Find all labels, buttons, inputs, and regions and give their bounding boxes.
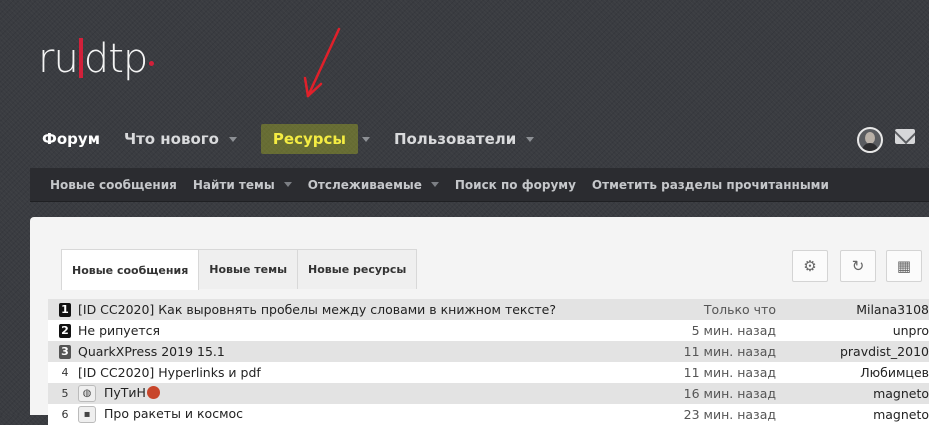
sub-nav: Новые сообщения Найти темы Отслеживаемые… xyxy=(30,168,929,202)
subnav-find-threads-label: Найти темы xyxy=(192,177,275,192)
nav-resources[interactable]: Ресурсы xyxy=(260,124,358,154)
nav-members-label: Пользователи xyxy=(393,130,517,148)
layout-button[interactable]: ▦ xyxy=(886,250,922,282)
subnav-new-posts[interactable]: Новые сообщения xyxy=(42,168,185,202)
thread-time: 11 мин. назад xyxy=(683,344,776,359)
subnav-watched-label: Отслеживаемые xyxy=(307,177,422,192)
subnav-search-forums[interactable]: Поиск по форуму xyxy=(447,168,584,202)
settings-button[interactable]: ⚙ xyxy=(792,250,828,282)
main-nav: Форум Что нового Ресурсы Пользователи xyxy=(30,124,546,154)
rank-badge: 3 xyxy=(59,344,71,359)
chevron-down-icon[interactable] xyxy=(430,182,439,187)
thread-title[interactable]: QuarkXPress 2019 15.1 xyxy=(78,344,225,359)
site-logo[interactable]: ru dtp xyxy=(38,36,155,82)
layout-icon: ▦ xyxy=(896,257,912,275)
nav-whats-new[interactable]: Что нового xyxy=(112,124,249,154)
nav-resources-label: Ресурсы xyxy=(272,130,346,148)
tab-new-threads[interactable]: Новые темы xyxy=(199,249,299,289)
thread-user[interactable]: Любимцев xyxy=(860,365,929,380)
tab-new-threads-label: Новые темы xyxy=(209,263,288,276)
thread-title[interactable]: [ID CC2020] Как выровнять пробелы между … xyxy=(78,302,556,317)
thread-time: 16 мин. назад xyxy=(683,386,776,401)
logo-text-dtp: dtp xyxy=(83,36,148,82)
tab-new-posts-label: Новые сообщения xyxy=(72,263,189,277)
thread-title: ПуТиН xyxy=(104,385,146,400)
thread-list: 1 [ID CC2020] Как выровнять пробелы межд… xyxy=(48,299,929,425)
gear-icon: ⚙ xyxy=(803,257,817,275)
avatar-body xyxy=(862,143,878,151)
table-row: 2 Не рипуется 5 мин. назад unpro xyxy=(48,320,929,341)
chevron-down-icon[interactable] xyxy=(526,136,535,142)
logo-text-ru: ru xyxy=(38,36,79,82)
thread-time: 5 мин. назад xyxy=(691,323,776,338)
table-row: 3 QuarkXPress 2019 15.1 11 мин. назад pr… xyxy=(48,341,929,362)
thread-user[interactable]: pravdist_2010 xyxy=(840,344,929,359)
subnav-find-threads[interactable]: Найти темы xyxy=(185,168,300,202)
rank-badge: 4 xyxy=(61,366,69,379)
refresh-icon: ↻ xyxy=(851,257,865,275)
annotation-arrow-icon xyxy=(303,27,341,98)
user-avatar[interactable] xyxy=(857,127,883,153)
tab-new-resources-label: Новые ресурсы xyxy=(308,263,407,276)
chevron-down-icon[interactable] xyxy=(228,136,237,142)
mail-icon[interactable] xyxy=(895,129,915,144)
subnav-new-posts-label: Новые сообщения xyxy=(50,177,177,192)
rank-badge: 2 xyxy=(59,323,71,338)
nav-whats-new-label: Что нового xyxy=(123,130,219,148)
refresh-button[interactable]: ↻ xyxy=(840,250,876,282)
thread-title: Про ракеты и космос xyxy=(104,406,244,421)
logo-dot xyxy=(149,61,155,66)
logo-bar xyxy=(78,38,83,78)
tab-new-resources[interactable]: Новые ресурсы xyxy=(298,249,418,289)
thread-time: 11 мин. назад xyxy=(683,365,776,380)
thread-title[interactable]: Не рипуется xyxy=(78,323,160,338)
chevron-down-icon[interactable] xyxy=(361,136,370,142)
globe-icon: ◍ xyxy=(78,385,96,402)
rank-badge: 1 xyxy=(59,302,71,317)
chevron-down-icon[interactable] xyxy=(283,182,292,187)
thread-time: Только что xyxy=(703,302,776,317)
devil-emoji-icon xyxy=(146,386,160,399)
thread-title-wrap[interactable]: ◍ ПуТиН xyxy=(78,385,160,402)
rank-badge: 5 xyxy=(61,387,69,400)
subnav-watched[interactable]: Отслеживаемые xyxy=(300,168,447,202)
thread-user[interactable]: unpro xyxy=(893,323,929,338)
nav-members[interactable]: Пользователи xyxy=(382,124,546,154)
subnav-mark-read[interactable]: Отметить разделы прочитанными xyxy=(584,168,837,202)
nav-forum-label: Форум xyxy=(42,130,100,148)
table-row: 5 ◍ ПуТиН 16 мин. назад magneto xyxy=(48,383,929,404)
thread-user[interactable]: magneto xyxy=(873,386,929,401)
subnav-mark-read-label: Отметить разделы прочитанными xyxy=(591,177,829,192)
thread-user[interactable]: Milana3108 xyxy=(856,302,929,317)
thread-title[interactable]: [ID CC2020] Hyperlinks и pdf xyxy=(78,365,261,380)
nav-forum[interactable]: Форум xyxy=(30,124,112,154)
tab-new-posts[interactable]: Новые сообщения xyxy=(61,249,200,290)
table-row: 1 [ID CC2020] Как выровнять пробелы межд… xyxy=(48,299,929,320)
tabs: Новые сообщения Новые темы Новые ресурсы xyxy=(61,249,418,290)
nav-resources-dropdown[interactable] xyxy=(358,124,382,154)
table-row: 4 [ID CC2020] Hyperlinks и pdf 11 мин. н… xyxy=(48,362,929,383)
subnav-search-forums-label: Поиск по форуму xyxy=(454,177,576,192)
